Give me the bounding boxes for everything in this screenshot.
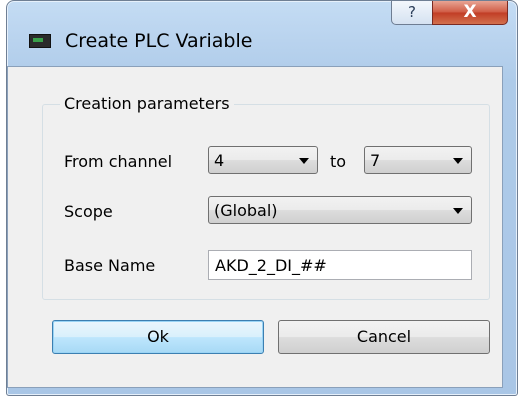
ok-button[interactable]: Ok: [52, 320, 264, 354]
close-button[interactable]: X: [432, 1, 508, 25]
window-title: Create PLC Variable: [65, 30, 253, 52]
chevron-down-icon: [453, 158, 463, 164]
help-button[interactable]: ?: [391, 1, 433, 25]
to-channel-value: 7: [370, 151, 381, 170]
chevron-down-icon: [299, 158, 309, 164]
group-title: Creation parameters: [60, 94, 234, 113]
close-icon: X: [463, 2, 477, 22]
cancel-button[interactable]: Cancel: [278, 320, 490, 354]
chevron-down-icon: [453, 208, 463, 214]
from-channel-value: 4: [214, 151, 225, 170]
base-name-input[interactable]: AKD_2_DI_##: [208, 250, 472, 280]
to-channel-combo[interactable]: 7: [364, 146, 472, 174]
base-name-label: Base Name: [64, 256, 156, 275]
scope-label: Scope: [64, 202, 113, 221]
from-channel-combo[interactable]: 4: [208, 146, 318, 174]
scope-value: (Global): [214, 201, 278, 220]
scope-combo[interactable]: (Global): [208, 196, 472, 224]
help-icon: ?: [408, 3, 416, 21]
from-channel-label: From channel: [64, 152, 173, 171]
app-icon: [29, 34, 51, 48]
to-label: to: [330, 152, 347, 171]
